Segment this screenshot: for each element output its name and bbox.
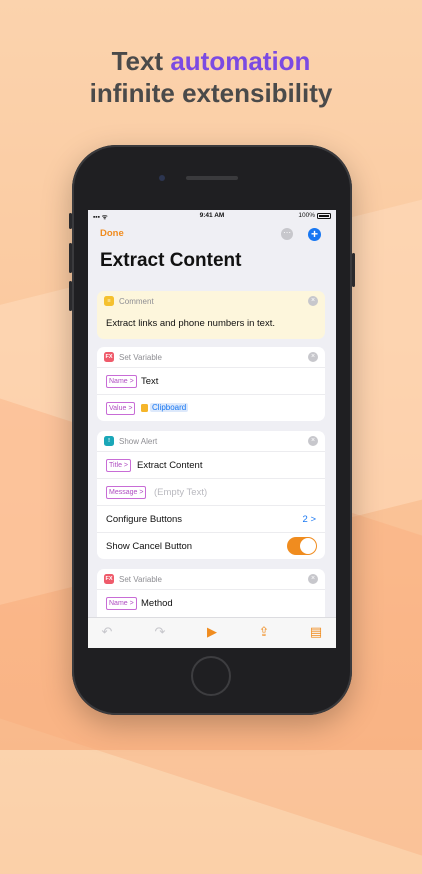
card-title: Comment [119,297,154,306]
name-row[interactable]: Name > Text [97,367,325,394]
headline-highlight: automation [170,46,311,76]
card-title: Set Variable [119,353,162,362]
headline-line2: infinite extensibility [89,78,333,108]
clipboard-label: Clipboard [150,403,189,412]
variable-icon: FX [104,352,114,362]
remove-action-icon[interactable]: × [308,436,318,446]
variable-name-value[interactable]: Method [141,598,173,609]
set-variable-card[interactable]: FX Set Variable × Name > Text Value > Cl… [97,347,325,421]
buttons-count[interactable]: 2 > [303,514,316,525]
toggle-knob [300,538,316,554]
show-cancel-label: Show Cancel Button [106,541,193,552]
add-action-icon[interactable]: + [308,228,321,241]
clipboard-icon [141,403,148,412]
run-icon[interactable]: ▶ [203,624,221,640]
headline-prefix: Text [111,46,171,76]
message-parameter[interactable]: Message > [106,486,147,499]
done-button[interactable]: Done [100,228,124,239]
page-title: Extract Content [100,250,242,271]
battery-status: 100% [298,212,331,219]
show-alert-card[interactable]: ! Show Alert × Title > Extract Content M… [97,431,325,559]
configure-buttons-label: Configure Buttons [106,514,183,525]
title-row[interactable]: Title > Extract Content [97,451,325,478]
name-parameter[interactable]: Name > [106,597,137,610]
variable-name-value[interactable]: Text [141,376,158,387]
navigation-bar: Done ⋯ + [88,222,336,246]
card-header: FX Set Variable × [97,569,325,589]
more-options-icon[interactable]: ⋯ [281,228,293,240]
card-title: Set Variable [119,575,162,584]
configure-buttons-row[interactable]: Configure Buttons 2 > [97,505,325,532]
title-parameter[interactable]: Title > [106,459,131,472]
battery-percent: 100% [298,212,315,219]
name-row[interactable]: Name > Method [97,589,325,616]
comment-card[interactable]: ≡ Comment × Extract links and phone numb… [97,291,325,339]
variable-icon: FX [104,574,114,584]
alert-title-value[interactable]: Extract Content [137,460,202,471]
show-cancel-toggle[interactable] [287,537,317,555]
card-header: ! Show Alert × [97,431,325,451]
phone-frame: ▪▪▪ ᯤ 9:41 AM 100% Done ⋯ + Extract Cont… [69,145,355,715]
home-button[interactable] [191,656,231,696]
comment-text: Extract links and phone numbers in text. [106,318,275,329]
earpiece-speaker [186,176,238,180]
message-placeholder[interactable]: (Empty Text) [154,487,207,498]
headline: Text automation infinite extensibility [0,45,422,109]
remove-action-icon[interactable]: × [308,352,318,362]
alert-icon: ! [104,436,114,446]
card-header: FX Set Variable × [97,347,325,367]
redo-icon[interactable]: ↷ [151,624,169,640]
clipboard-token[interactable]: Clipboard [141,403,189,412]
bottom-toolbar: ↶ ↷ ▶ ⇪ ▤ [88,617,336,648]
remove-action-icon[interactable]: × [308,296,318,306]
volume-up-button [69,243,72,273]
front-camera [159,175,165,181]
status-bar: ▪▪▪ ᯤ 9:41 AM 100% [88,210,336,222]
value-parameter[interactable]: Value > [106,402,136,415]
battery-icon [317,212,331,219]
document-settings-icon[interactable]: ▤ [307,624,325,640]
phone-screen: ▪▪▪ ᯤ 9:41 AM 100% Done ⋯ + Extract Cont… [88,210,336,648]
comment-text-row[interactable]: Extract links and phone numbers in text. [97,311,325,339]
card-header: ≡ Comment × [97,291,325,311]
share-icon[interactable]: ⇪ [255,624,273,640]
cancel-button-row[interactable]: Show Cancel Button [97,532,325,559]
undo-icon[interactable]: ↶ [98,624,116,640]
value-row[interactable]: Value > Clipboard [97,394,325,421]
name-parameter[interactable]: Name > [106,375,137,388]
mute-switch [69,213,72,229]
message-row[interactable]: Message > (Empty Text) [97,478,325,505]
power-button [352,253,355,287]
volume-down-button [69,281,72,311]
card-title: Show Alert [119,437,158,446]
comment-icon: ≡ [104,296,114,306]
remove-action-icon[interactable]: × [308,574,318,584]
